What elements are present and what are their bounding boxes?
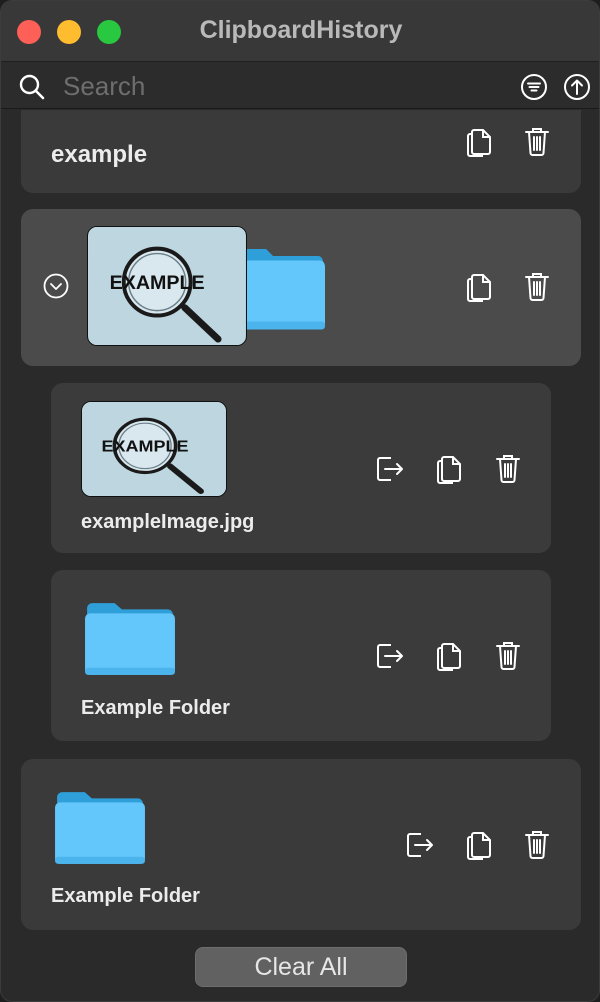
copy-icon xyxy=(433,450,465,486)
copy-icon xyxy=(463,826,495,862)
history-list[interactable]: example EXAMPLE EXAMPLE exampleImage.jpg… xyxy=(1,110,599,1001)
image-thumbnail: EXAMPLE xyxy=(87,226,247,346)
history-item-folder[interactable]: Example Folder xyxy=(21,759,581,930)
app-window: ClipboardHistory example EXAMPLE xyxy=(0,0,600,1002)
open-button[interactable] xyxy=(373,450,405,486)
thumbnail-text: EXAMPLE xyxy=(102,437,189,455)
title-bar: ClipboardHistory xyxy=(1,1,599,61)
trash-icon xyxy=(521,123,553,159)
window-title: ClipboardHistory xyxy=(199,16,403,44)
search-icon xyxy=(19,74,45,100)
trash-icon xyxy=(492,637,524,673)
open-icon xyxy=(373,450,405,486)
copy-button[interactable] xyxy=(433,450,465,486)
clear-all-button[interactable]: Clear All xyxy=(195,947,407,987)
upload-icon[interactable] xyxy=(563,73,591,101)
copy-button[interactable] xyxy=(463,268,495,304)
trash-icon xyxy=(492,450,524,486)
copy-icon xyxy=(463,123,495,159)
copy-button[interactable] xyxy=(463,826,495,862)
open-icon xyxy=(373,637,405,673)
group-child-image[interactable]: EXAMPLE exampleImage.jpg xyxy=(51,383,551,553)
folder-name: Example Folder xyxy=(81,697,230,719)
delete-button[interactable] xyxy=(521,268,553,304)
delete-button[interactable] xyxy=(492,637,524,673)
copy-button[interactable] xyxy=(463,123,495,159)
history-item-group[interactable]: EXAMPLE xyxy=(21,209,581,366)
trash-icon xyxy=(521,268,553,304)
folder-name: Example Folder xyxy=(51,885,200,907)
folder-icon xyxy=(83,596,177,678)
open-button[interactable] xyxy=(373,637,405,673)
folder-icon xyxy=(235,241,327,333)
open-button[interactable] xyxy=(403,826,435,862)
thumbnail-text: EXAMPLE xyxy=(110,272,205,294)
history-item-text[interactable]: example xyxy=(21,110,581,193)
trash-icon xyxy=(521,826,553,862)
folder-icon xyxy=(53,785,147,867)
item-text: example xyxy=(51,141,148,168)
open-icon xyxy=(403,826,435,862)
search-input[interactable] xyxy=(63,68,483,104)
delete-button[interactable] xyxy=(492,450,524,486)
image-thumbnail: EXAMPLE xyxy=(81,401,227,497)
delete-button[interactable] xyxy=(521,123,553,159)
delete-button[interactable] xyxy=(521,826,553,862)
filter-icon[interactable] xyxy=(520,73,548,101)
search-bar xyxy=(1,61,599,109)
file-name: exampleImage.jpg xyxy=(81,511,255,533)
copy-icon xyxy=(463,268,495,304)
copy-icon xyxy=(433,637,465,673)
copy-button[interactable] xyxy=(433,637,465,673)
group-child-folder[interactable]: Example Folder xyxy=(51,570,551,741)
chevron-down-icon[interactable] xyxy=(43,273,69,299)
